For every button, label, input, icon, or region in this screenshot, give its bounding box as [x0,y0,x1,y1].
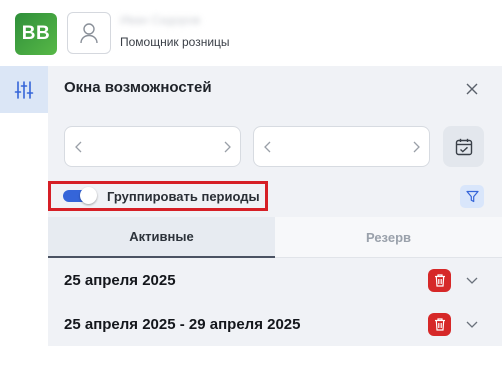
calendar-check-icon [455,138,472,155]
chevron-left-icon [263,141,270,153]
chevron-right-icon [224,141,231,153]
date-from-next-button[interactable] [220,139,234,155]
opportunity-windows-panel: Окна возможностей Группировать периоды А… [48,66,502,346]
delete-button[interactable] [428,312,451,336]
sliders-icon [14,80,34,99]
trash-icon [434,273,445,287]
date-to-field[interactable] [253,126,430,167]
chevron-left-icon [74,141,81,153]
date-to-next-button[interactable] [409,139,423,155]
user-role: Помощник розницы [120,35,230,49]
chevron-down-icon [466,277,478,284]
period-row[interactable]: 25 апреля 2025 [48,258,502,302]
date-from-prev-button[interactable] [71,139,85,155]
panel-title: Окна возможностей [64,79,212,96]
chevron-right-icon [413,141,420,153]
avatar[interactable] [67,12,111,54]
expand-button[interactable] [464,316,480,332]
tab-reserve[interactable]: Резерв [275,217,502,258]
group-periods-label: Группировать периоды [107,188,260,204]
trash-icon [434,317,445,331]
close-button[interactable] [461,78,483,100]
close-icon [466,83,478,95]
chevron-down-icon [466,321,478,328]
tabs: Активные Резерв [48,217,502,258]
period-label: 25 апреля 2025 [64,271,176,289]
filters-rail-button[interactable] [0,66,48,113]
date-from-field[interactable] [64,126,241,167]
filter-button[interactable] [460,185,484,208]
filter-icon [465,190,479,203]
expand-button[interactable] [464,272,480,288]
user-name: Иван Сидоров [120,13,201,27]
delete-button[interactable] [428,268,451,292]
group-periods-toggle[interactable] [63,187,97,204]
tab-active[interactable]: Активные [48,217,275,258]
period-label: 25 апреля 2025 - 29 апреля 2025 [64,315,301,333]
group-periods-row: Группировать периоды [48,181,268,211]
calendar-button[interactable] [443,126,484,167]
user-icon [80,23,98,44]
app-logo: BB [15,13,57,55]
period-row[interactable]: 25 апреля 2025 - 29 апреля 2025 [48,302,502,346]
date-to-prev-button[interactable] [260,139,274,155]
